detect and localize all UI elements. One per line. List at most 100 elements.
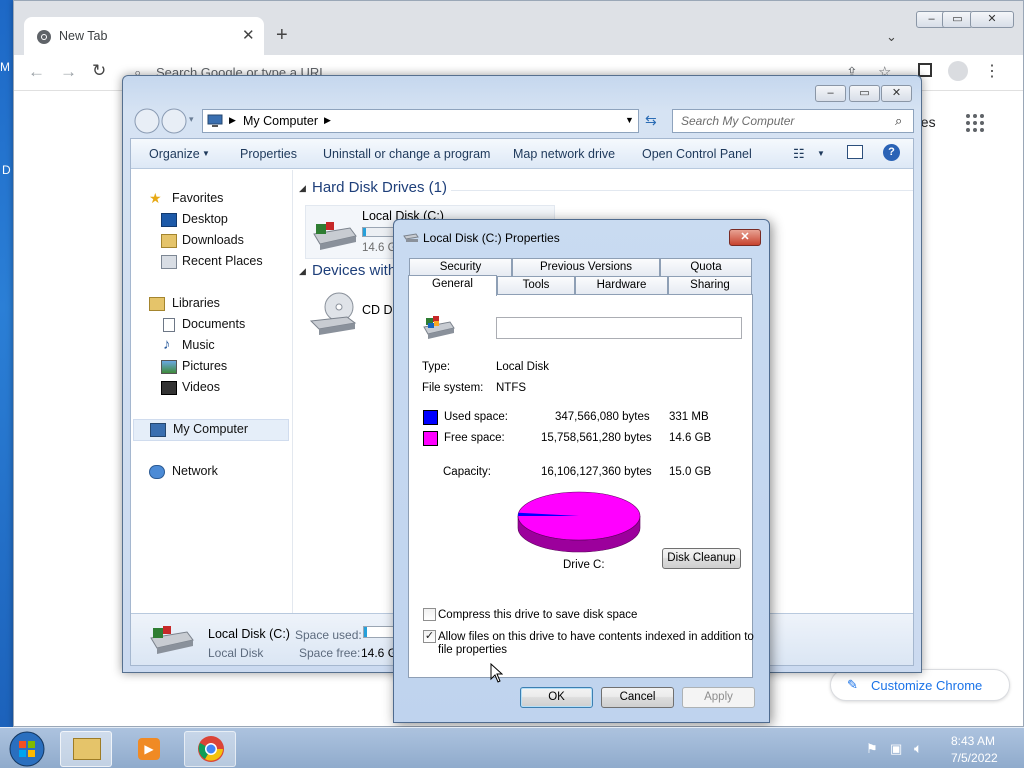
collapse-arrow-icon[interactable]: ◢ xyxy=(299,266,306,277)
tab-sharing[interactable]: Sharing xyxy=(668,276,752,294)
maximize-icon[interactable]: ▭ xyxy=(942,11,973,28)
index-checkbox[interactable]: ✓ xyxy=(423,630,436,643)
close-window-icon[interactable]: ✕ xyxy=(970,11,1014,28)
search-placeholder: Search My Computer xyxy=(681,114,795,128)
taskbar-media-player[interactable]: ▶ xyxy=(122,731,174,767)
capacity-label: Capacity: xyxy=(443,466,491,478)
chrome-tab[interactable]: New Tab ✕ xyxy=(24,17,264,55)
tab-search-chevron-icon[interactable]: ⌄ xyxy=(886,29,897,45)
open-control-panel-button[interactable]: Open Control Panel xyxy=(642,147,752,161)
navigation-pane: ★ Favorites Desktop Downloads Recent Pla… xyxy=(133,170,293,615)
ok-button[interactable]: OK xyxy=(520,687,593,708)
new-tab-icon[interactable]: + xyxy=(276,25,288,45)
index-label-line1[interactable]: Allow files on this drive to have conten… xyxy=(438,631,754,643)
breadcrumb[interactable]: My Computer xyxy=(243,114,318,128)
hard-drive-icon xyxy=(422,315,456,341)
tab-previous-versions[interactable]: Previous Versions xyxy=(512,258,660,276)
nav-downloads[interactable]: Downloads xyxy=(133,231,283,251)
tab-security[interactable]: Security xyxy=(409,258,512,276)
nav-desktop[interactable]: Desktop xyxy=(133,210,283,230)
uninstall-button[interactable]: Uninstall or change a program xyxy=(323,147,490,161)
compress-checkbox[interactable] xyxy=(423,608,436,621)
maximize-icon[interactable]: ▭ xyxy=(849,85,880,102)
start-button[interactable] xyxy=(8,730,46,768)
search-icon: ⌕ xyxy=(895,113,903,128)
free-space-label: Free space: xyxy=(444,432,505,444)
pictures-icon xyxy=(161,360,177,374)
view-dropdown-icon[interactable]: ▼ xyxy=(817,149,825,158)
nav-documents[interactable]: Documents xyxy=(133,315,283,335)
customize-chrome-button[interactable]: ✎ Customize Chrome xyxy=(830,669,1010,701)
disk-cleanup-button[interactable]: Disk Cleanup xyxy=(662,548,741,569)
space-free-label: Space free: xyxy=(299,646,361,660)
tab-general[interactable]: General xyxy=(408,275,497,296)
tab-tools[interactable]: Tools xyxy=(497,276,575,294)
reload-icon[interactable]: ↻ xyxy=(92,61,106,81)
side-panel-icon[interactable] xyxy=(918,63,932,77)
close-tab-icon[interactable]: ✕ xyxy=(242,26,255,44)
refresh-icon[interactable]: ⇆ xyxy=(645,112,657,129)
volume-label-input[interactable] xyxy=(496,317,742,339)
action-center-icon[interactable]: ⚑ xyxy=(866,741,878,757)
history-dropdown-icon[interactable]: ▾ xyxy=(189,114,194,125)
preview-pane-icon[interactable] xyxy=(847,145,863,159)
general-panel: Type: Local Disk File system: NTFS Used … xyxy=(408,294,754,678)
nav-videos[interactable]: Videos xyxy=(133,378,283,398)
address-bar[interactable]: ▶ My Computer ▶ ▼ xyxy=(202,109,639,133)
clock-date[interactable]: 7/5/2022 xyxy=(951,751,998,765)
nav-pictures[interactable]: Pictures xyxy=(133,357,283,377)
nav-my-computer[interactable]: My Computer xyxy=(133,419,289,441)
dialog-close-icon[interactable]: ✕ xyxy=(729,229,761,246)
space-free-value: 14.6 G xyxy=(361,646,398,660)
nav-network[interactable]: Network xyxy=(133,462,283,482)
forward-icon[interactable]: → xyxy=(60,62,77,82)
computer-icon xyxy=(207,114,223,128)
apps-grid-icon[interactable] xyxy=(965,113,985,133)
cancel-button[interactable]: Cancel xyxy=(601,687,674,708)
breadcrumb-arrow-icon: ▶ xyxy=(229,115,236,125)
map-network-drive-button[interactable]: Map network drive xyxy=(513,147,615,161)
details-type: Local Disk xyxy=(208,646,264,660)
hard-drive-icon xyxy=(403,231,419,243)
group-header-hdd[interactable]: Hard Disk Drives (1) xyxy=(312,179,447,196)
nav-favorites[interactable]: ★ Favorites xyxy=(133,189,283,209)
minimize-icon[interactable]: – xyxy=(815,85,846,102)
cd-drive-icon[interactable] xyxy=(309,291,357,337)
breadcrumb-arrow-icon[interactable]: ▶ xyxy=(324,115,331,126)
apply-button[interactable]: Apply xyxy=(682,687,755,708)
mouse-cursor-icon xyxy=(490,663,503,683)
filesystem-value: NTFS xyxy=(496,382,527,394)
taskbar-explorer[interactable] xyxy=(60,731,112,767)
taskbar-chrome[interactable] xyxy=(184,731,236,767)
network-status-icon[interactable]: ▣ xyxy=(890,741,902,757)
clock-time[interactable]: 8:43 AM xyxy=(951,734,995,748)
free-space-swatch xyxy=(423,431,438,446)
search-input[interactable]: Search My Computer ⌕ xyxy=(672,109,914,133)
help-icon[interactable]: ? xyxy=(883,144,900,161)
type-value: Local Disk xyxy=(496,361,550,373)
tab-hardware[interactable]: Hardware xyxy=(575,276,668,294)
nav-music[interactable]: ♪ Music xyxy=(133,336,283,356)
used-space-label: Used space: xyxy=(444,411,508,423)
organize-dropdown-icon[interactable]: ▼ xyxy=(202,149,210,158)
properties-button[interactable]: Properties xyxy=(240,147,297,161)
chrome-menu-icon[interactable]: ⋮ xyxy=(984,61,1000,81)
collapse-arrow-icon[interactable]: ◢ xyxy=(299,183,306,194)
cd-drive-name[interactable]: CD Dr xyxy=(362,303,397,317)
organize-button[interactable]: Organize xyxy=(149,147,200,161)
address-dropdown-icon[interactable]: ▼ xyxy=(625,115,634,125)
volume-icon[interactable]: 🔈︎ xyxy=(914,740,922,757)
group-header-removable[interactable]: Devices with xyxy=(312,262,396,279)
desktop-edge-text: D xyxy=(2,163,11,177)
tab-quota[interactable]: Quota xyxy=(660,258,752,276)
index-label-line2[interactable]: file properties xyxy=(438,644,507,656)
compress-label[interactable]: Compress this drive to save disk space xyxy=(438,609,637,621)
profile-avatar[interactable] xyxy=(948,61,968,81)
close-window-icon[interactable]: ✕ xyxy=(881,85,912,102)
folder-icon xyxy=(73,738,101,760)
nav-libraries[interactable]: Libraries xyxy=(133,294,283,314)
back-forward-icon[interactable] xyxy=(133,107,191,135)
view-options-icon[interactable]: ☷ xyxy=(793,146,805,162)
nav-recent-places[interactable]: Recent Places xyxy=(133,252,283,272)
back-icon[interactable]: ← xyxy=(28,62,45,82)
